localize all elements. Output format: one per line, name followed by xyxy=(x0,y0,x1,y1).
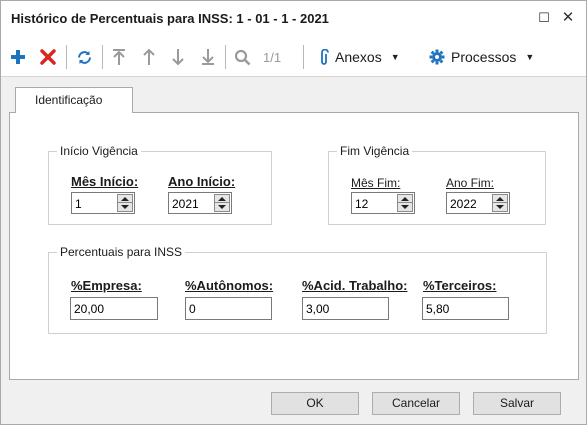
tab-label: Identificação xyxy=(35,93,103,107)
spinner-arrows[interactable] xyxy=(214,194,230,212)
attachments-menu[interactable]: Anexos ▼ xyxy=(319,45,415,69)
inss-percentages-group: Percentuais para INSS %Empresa: %Autônom… xyxy=(48,245,547,334)
delete-x-icon[interactable] xyxy=(37,45,59,69)
start-year-value: 2021 xyxy=(172,197,199,211)
ok-button[interactable]: OK xyxy=(271,392,359,415)
window-title: Histórico de Percentuais para INSS: 1 - … xyxy=(11,11,329,26)
accident-percent-label: %Acid. Trabalho: xyxy=(302,278,408,293)
tab-identificacao[interactable]: Identificação xyxy=(15,87,133,113)
next-record-icon[interactable] xyxy=(167,45,189,69)
page-indicator: 1/1 xyxy=(263,50,282,65)
last-record-icon[interactable] xyxy=(197,45,219,69)
autonomous-percent-input[interactable]: 0 xyxy=(185,297,272,320)
refresh-icon[interactable] xyxy=(73,45,95,69)
previous-record-icon[interactable] xyxy=(138,45,160,69)
autonomous-percent-label: %Autônomos: xyxy=(185,278,274,293)
start-month-value: 1 xyxy=(75,197,82,211)
accident-percent-value: 3,00 xyxy=(306,302,330,316)
start-year-label: Ano Início: xyxy=(168,174,236,189)
first-record-icon[interactable] xyxy=(108,45,130,69)
end-month-value: 12 xyxy=(355,197,369,211)
toolbar-separator xyxy=(66,45,67,69)
title-bar: Histórico de Percentuais para INSS: 1 - … xyxy=(1,1,586,37)
processes-menu[interactable]: Processos ▼ xyxy=(429,45,554,69)
toolbar: 1/1 Anexos ▼ Processos ▼ xyxy=(1,37,586,77)
search-icon[interactable] xyxy=(231,45,253,69)
end-year-spinner[interactable]: 2022 xyxy=(446,192,510,214)
third-party-percent-input[interactable]: 5,80 xyxy=(422,297,509,320)
attachments-label: Anexos xyxy=(335,49,382,65)
gear-icon xyxy=(429,49,445,65)
toolbar-separator xyxy=(303,45,304,69)
tab-panel: Início Vigência Mês Início: Ano Início: … xyxy=(9,112,579,380)
start-validity-title: Início Vigência xyxy=(57,144,141,158)
save-button[interactable]: Salvar xyxy=(473,392,561,415)
company-percent-input[interactable]: 20,00 xyxy=(70,297,158,320)
accident-percent-input[interactable]: 3,00 xyxy=(302,297,389,320)
end-validity-title: Fim Vigência xyxy=(337,144,413,158)
third-party-percent-label: %Terceiros: xyxy=(423,278,497,293)
inss-percentages-title: Percentuais para INSS xyxy=(57,245,186,259)
company-percent-value: 20,00 xyxy=(74,302,105,316)
end-month-label: Mês Fim: xyxy=(351,176,401,190)
plus-icon[interactable] xyxy=(7,45,29,69)
toolbar-separator xyxy=(102,45,103,69)
autonomous-percent-value: 0 xyxy=(189,302,196,316)
spinner-arrows[interactable] xyxy=(397,194,413,212)
processes-label: Processos xyxy=(451,49,517,65)
end-validity-group: Fim Vigência Mês Fim: Ano Fim: 12 2022 xyxy=(328,144,546,225)
end-month-spinner[interactable]: 12 xyxy=(351,192,415,214)
spinner-arrows[interactable] xyxy=(492,194,508,212)
end-year-value: 2022 xyxy=(450,197,477,211)
chevron-down-icon: ▼ xyxy=(390,52,400,62)
start-month-spinner[interactable]: 1 xyxy=(71,192,135,214)
start-month-label: Mês Início: xyxy=(71,174,139,189)
company-percent-label: %Empresa: xyxy=(71,278,142,293)
start-validity-group: Início Vigência Mês Início: Ano Início: … xyxy=(48,144,272,225)
start-year-spinner[interactable]: 2021 xyxy=(168,192,232,214)
paperclip-icon xyxy=(321,48,329,65)
spinner-arrows[interactable] xyxy=(117,194,133,212)
dialog-window: Histórico de Percentuais para INSS: 1 - … xyxy=(0,0,587,425)
cancel-button[interactable]: Cancelar xyxy=(372,392,460,415)
end-year-label: Ano Fim: xyxy=(446,176,495,190)
close-button[interactable]: ✕ xyxy=(559,9,577,27)
third-party-percent-value: 5,80 xyxy=(426,302,450,316)
chevron-down-icon: ▼ xyxy=(525,52,535,62)
maximize-button[interactable]: ☐ xyxy=(535,9,553,27)
toolbar-separator xyxy=(225,45,226,69)
